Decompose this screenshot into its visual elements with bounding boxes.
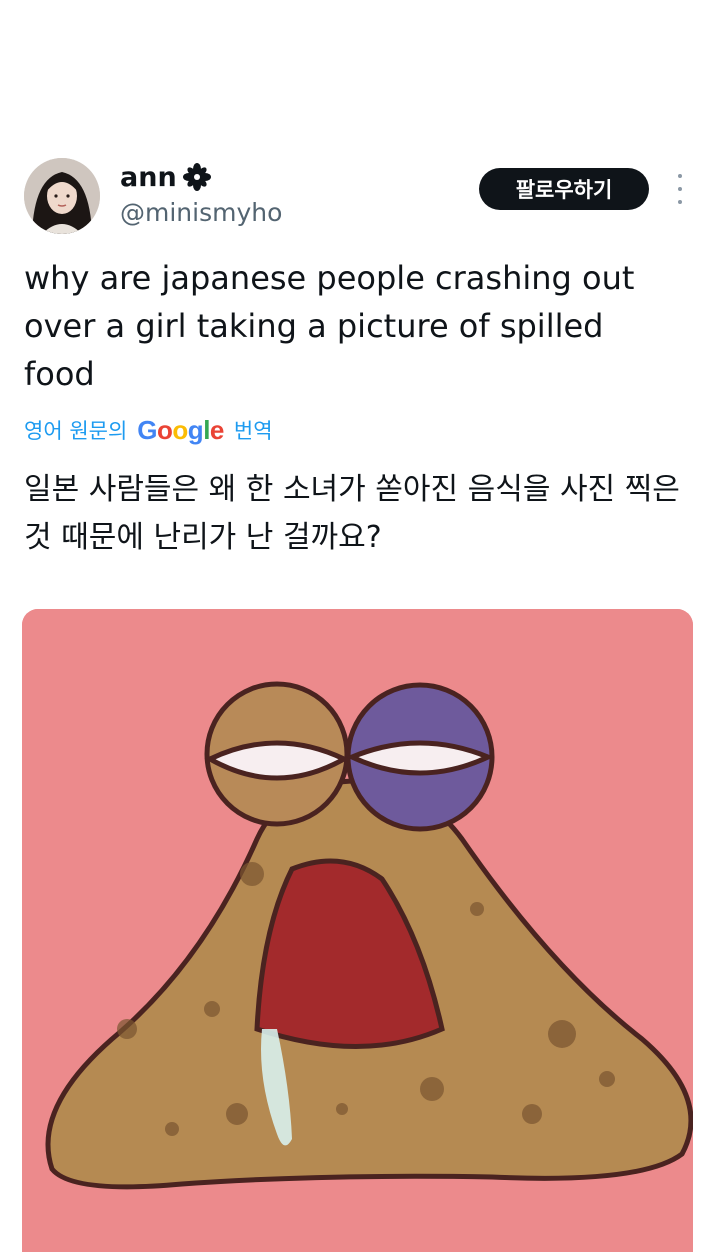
- more-dot: [678, 200, 682, 204]
- avatar[interactable]: [24, 158, 100, 234]
- user-handle[interactable]: @minismyho: [120, 198, 282, 227]
- more-dot: [678, 187, 682, 191]
- user-names: ann @minismyho: [120, 160, 282, 228]
- google-logo: Google: [137, 414, 224, 445]
- translate-prefix: 영어 원문의: [24, 419, 128, 443]
- translate-link[interactable]: 영어 원문의 Google 번역: [24, 410, 273, 450]
- more-vertical-icon[interactable]: [670, 174, 690, 204]
- translate-suffix: 번역: [233, 419, 273, 443]
- flower-icon: [182, 163, 211, 191]
- translated-text: 일본 사람들은 왜 한 소녀가 쏟아진 음식을 사진 찍은 것 때문에 난리가 …: [24, 472, 680, 555]
- tweet-post: ann @minismyho 팔로우하기 why are japanese pe…: [0, 0, 714, 1252]
- tweet-header: ann @minismyho 팔로우하기: [24, 156, 694, 236]
- tweet-media-image[interactable]: [22, 609, 693, 1252]
- tweet-text: why are japanese people crashing out ove…: [24, 259, 635, 393]
- more-dot: [678, 174, 682, 178]
- display-name-row: ann: [120, 160, 282, 194]
- follow-button[interactable]: 팔로우하기: [479, 168, 649, 210]
- display-name[interactable]: ann: [120, 162, 177, 193]
